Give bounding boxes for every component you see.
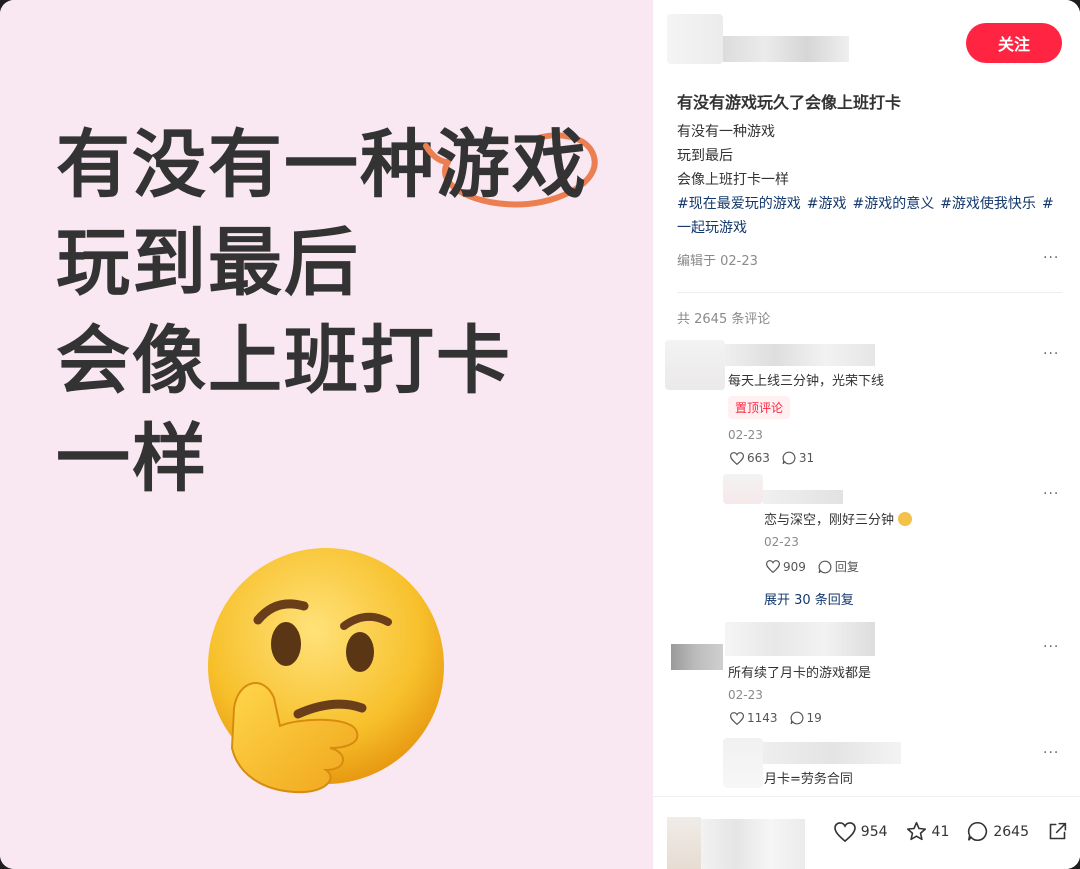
more-options-icon[interactable]: ··· bbox=[1043, 745, 1059, 761]
comment-text: 恋与深空，刚好三分钟 bbox=[764, 509, 913, 528]
bottom-action-bar: 954 41 2645 bbox=[653, 796, 1080, 869]
note-content: 有没有一种游戏 玩到最后 会像上班打卡一样 #现在最爱玩的游戏 #游戏 #游戏的意义… bbox=[677, 120, 1062, 240]
comment-actions: 663 31 bbox=[730, 451, 814, 465]
heart-icon bbox=[766, 560, 780, 573]
comment-reply[interactable]: 31 bbox=[782, 451, 814, 465]
chat-bubble-icon bbox=[782, 451, 796, 465]
chat-bubble-icon bbox=[790, 711, 803, 725]
tag-link[interactable]: #游戏 bbox=[807, 196, 847, 212]
grin-emoji-icon bbox=[898, 512, 913, 526]
more-options-icon[interactable]: ··· bbox=[1043, 639, 1059, 655]
like-button[interactable]: 954 bbox=[833, 821, 888, 842]
comment-actions: 909 回复 bbox=[766, 558, 859, 575]
comment-date: 02-23 bbox=[728, 428, 763, 442]
note-side-panel: 关注 有没有游戏玩久了会像上班打卡 有没有一种游戏 玩到最后 会像上班打卡一样 … bbox=[653, 0, 1080, 869]
commenter-avatar[interactable] bbox=[671, 644, 723, 670]
divider bbox=[677, 292, 1062, 293]
pinned-badge: 置顶评论 bbox=[728, 396, 791, 419]
image-line-4: 一样 bbox=[56, 416, 208, 502]
more-options-icon[interactable]: ··· bbox=[1043, 346, 1059, 362]
comment-reply[interactable]: 19 bbox=[790, 711, 822, 725]
edit-date: 编辑于 02-23 bbox=[677, 254, 758, 269]
share-button[interactable] bbox=[1047, 821, 1068, 842]
heart-icon bbox=[730, 711, 744, 725]
chat-bubble-icon bbox=[968, 821, 988, 842]
more-options-icon[interactable]: ··· bbox=[1043, 250, 1059, 266]
note-detail-card: 有没有一种 游戏 玩到最后 会像上班打卡 一样 关注 有没有游戏玩久了会像上班打… bbox=[0, 0, 1080, 869]
commenter-name[interactable] bbox=[725, 622, 875, 656]
thinking-face-emoji bbox=[208, 548, 444, 794]
comment-date: 02-23 bbox=[764, 535, 799, 549]
comment-like[interactable]: 909 bbox=[766, 560, 806, 574]
tag-link[interactable]: #游戏使我快乐 bbox=[940, 196, 1036, 212]
note-image[interactable]: 有没有一种 游戏 玩到最后 会像上班打卡 一样 bbox=[0, 0, 653, 869]
comment-button[interactable]: 2645 bbox=[967, 821, 1029, 842]
comment-actions: 1143 19 bbox=[730, 711, 822, 725]
more-options-icon[interactable]: ··· bbox=[1043, 486, 1059, 502]
heart-icon bbox=[833, 821, 856, 842]
image-line-1: 有没有一种 游戏 bbox=[56, 116, 598, 214]
reply-avatar[interactable] bbox=[723, 738, 763, 788]
image-line-2: 玩到最后 bbox=[56, 220, 360, 306]
author-name[interactable] bbox=[723, 36, 849, 62]
comment-text: 所有续了月卡的游戏都是 bbox=[728, 666, 872, 681]
comment-text: 月卡=劳务合同 bbox=[764, 772, 853, 787]
tag-list: #现在最爱玩的游戏 #游戏 #游戏的意义 #游戏使我快乐 #一起玩游戏 bbox=[677, 196, 1054, 236]
note-title: 有没有游戏玩久了会像上班打卡 bbox=[677, 93, 902, 112]
reply-avatar[interactable] bbox=[723, 474, 763, 504]
reply-name[interactable] bbox=[763, 490, 843, 504]
chat-bubble-icon bbox=[818, 560, 832, 573]
commenter-name[interactable] bbox=[725, 344, 875, 366]
circled-word: 游戏 bbox=[423, 116, 598, 214]
tag-link[interactable]: #现在最爱玩的游戏 bbox=[677, 196, 801, 212]
reply-button[interactable]: 回复 bbox=[818, 558, 859, 575]
comment-input-placeholder[interactable] bbox=[701, 819, 805, 869]
tag-link[interactable]: #游戏的意义 bbox=[852, 196, 934, 212]
heart-icon bbox=[730, 451, 744, 465]
follow-button[interactable]: 关注 bbox=[966, 23, 1062, 63]
comment-like[interactable]: 663 bbox=[730, 451, 770, 465]
engagement-stats: 954 41 2645 bbox=[833, 821, 1068, 842]
reply-name[interactable] bbox=[763, 742, 901, 764]
note-line: 玩到最后 bbox=[677, 148, 733, 164]
commenter-avatar[interactable] bbox=[665, 340, 725, 390]
author-avatar[interactable] bbox=[667, 14, 723, 64]
star-icon bbox=[906, 821, 926, 841]
comment-like[interactable]: 1143 bbox=[730, 711, 778, 725]
expand-replies-link[interactable]: 展开 30 条回复 bbox=[764, 589, 854, 608]
image-line-3: 会像上班打卡 bbox=[56, 318, 512, 404]
comment-count: 共 2645 条评论 bbox=[677, 312, 771, 327]
image-text: 有没有一种 游戏 玩到最后 会像上班打卡 一样 bbox=[56, 116, 598, 508]
note-line: 会像上班打卡一样 bbox=[677, 172, 789, 188]
comment-date: 02-23 bbox=[728, 688, 763, 702]
input-avatar[interactable] bbox=[667, 817, 701, 869]
comment-text: 每天上线三分钟，光荣下线 bbox=[728, 374, 885, 389]
collect-button[interactable]: 41 bbox=[906, 821, 949, 842]
note-line: 有没有一种游戏 bbox=[677, 124, 775, 140]
share-icon bbox=[1049, 822, 1067, 840]
